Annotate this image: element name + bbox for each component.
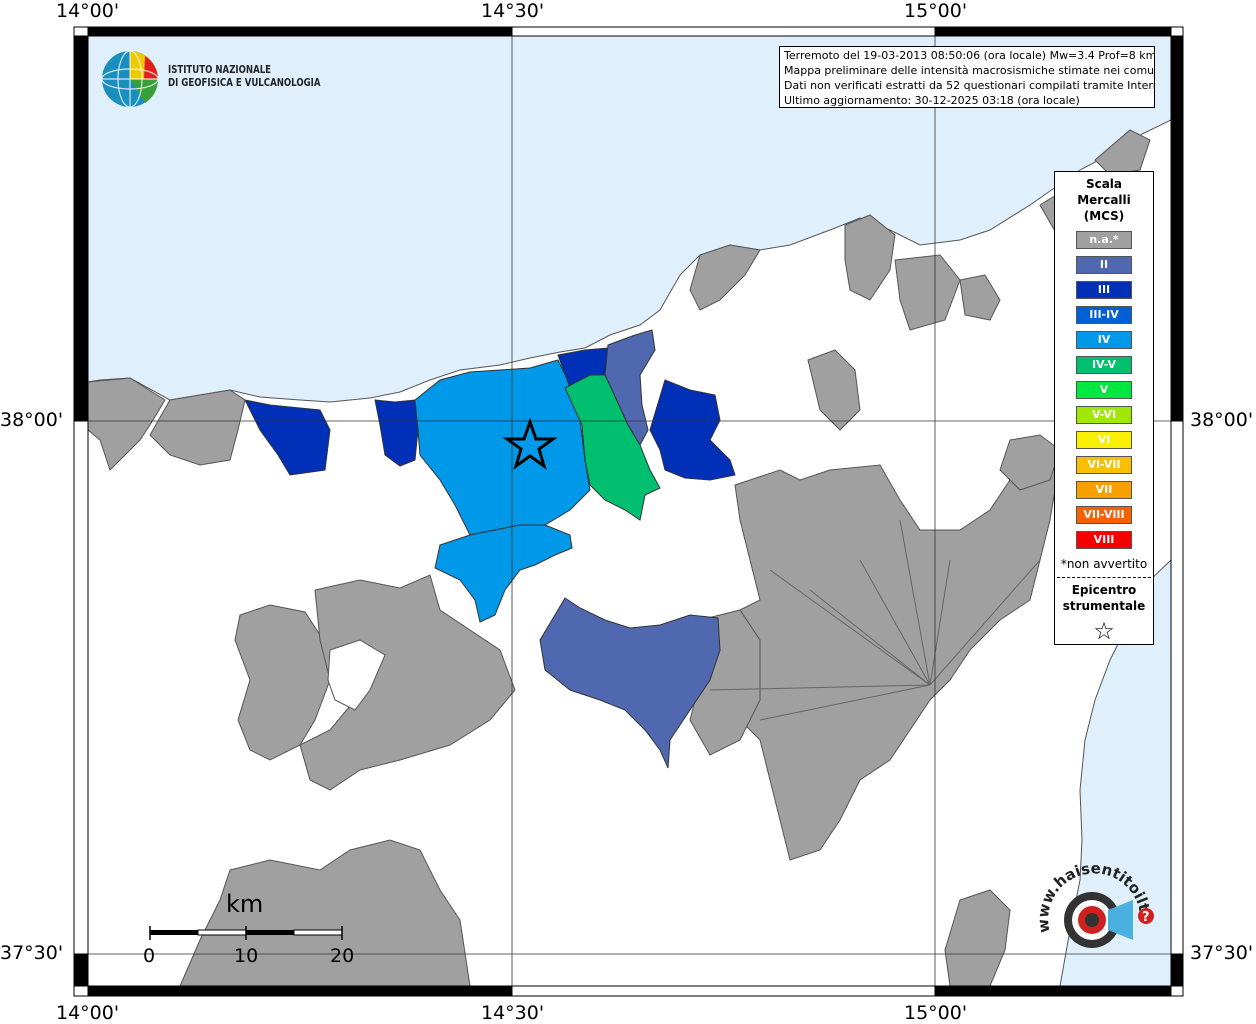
ingv-logo-line2: DI GEOFISICA E VULCANOLOGIA — [168, 76, 321, 89]
legend-star-icon: ☆ — [1093, 617, 1115, 645]
legend-item-III-IV: III-IV — [1076, 306, 1132, 324]
right-coord-37-30: 37°30' — [1190, 942, 1254, 964]
ingv-logo: ISTITUTO NAZIONALE DI GEOFISICA E VULCAN… — [100, 48, 340, 110]
legend-title: Scala Mercalli (MCS) — [1055, 176, 1153, 224]
info-line-3: Dati non verificati estratti da 52 quest… — [784, 79, 1155, 92]
legend-item-VII-VIII: VII-VIII — [1076, 506, 1132, 524]
info-line-1: Terremoto del 19-03-2013 08:50:06 (ora l… — [784, 49, 1155, 62]
top-coord-15-00: 15°00' — [904, 0, 968, 22]
legend-item-V-VI: V-VI — [1076, 406, 1132, 424]
top-coord-14-30: 14°30' — [481, 0, 545, 22]
legend-item-VII: VII — [1076, 481, 1132, 499]
info-line-2: Mappa preliminare delle intensità macros… — [784, 64, 1155, 77]
legend-epicenter-label: Epicentro strumentale — [1055, 582, 1153, 614]
legend-item-IV: IV — [1076, 331, 1132, 349]
legend-epicenter-line1: Epicentro — [1071, 583, 1137, 597]
haisentito-watermark: www.haisentitoilterremoto.it ? — [1020, 848, 1158, 982]
mcs-legend: Scala Mercalli (MCS) n.a.* II III III-IV… — [1054, 171, 1154, 645]
left-coord-37-30: 37°30' — [0, 942, 64, 964]
ingv-logo-text: ISTITUTO NAZIONALE DI GEOFISICA E VULCAN… — [168, 63, 321, 89]
scale-label-10: 10 — [234, 945, 259, 967]
right-coord-38-00: 38°00' — [1190, 409, 1254, 431]
legend-title-line3: (MCS) — [1083, 209, 1125, 223]
bottom-coord-14-30: 14°30' — [481, 1002, 545, 1024]
bottom-coord-15-00: 15°00' — [904, 1002, 968, 1024]
haisentito-logo-icon: www.haisentitoilterremoto.it ? — [1020, 848, 1154, 948]
legend-title-line2: Mercalli — [1077, 193, 1131, 207]
legend-separator — [1057, 577, 1151, 578]
event-info-box: Terremoto del 19-03-2013 08:50:06 (ora l… — [779, 46, 1155, 108]
legend-item-II: II — [1076, 256, 1132, 274]
legend-items: n.a.* II III III-IV IV IV-V V V-VI VI VI… — [1055, 231, 1153, 549]
legend-item-VI: VI — [1076, 431, 1132, 449]
top-coord-14-00: 14°00' — [56, 0, 120, 22]
legend-note: *non avvertito — [1060, 557, 1148, 571]
scale-label-0: 0 — [143, 945, 156, 967]
legend-item-VIII: VIII — [1076, 531, 1132, 549]
scale-label-20: 20 — [330, 945, 355, 967]
legend-item-V: V — [1076, 381, 1132, 399]
legend-epicenter-line2: strumentale — [1062, 599, 1146, 613]
watermark-question: ? — [1142, 910, 1150, 925]
ingv-logo-line1: ISTITUTO NAZIONALE — [168, 63, 272, 76]
scale-bar-title: km — [226, 890, 264, 918]
legend-item-IV-V: IV-V — [1076, 356, 1132, 374]
legend-item-VI-VII: VI-VII — [1076, 456, 1132, 474]
legend-title-line1: Scala — [1085, 177, 1123, 191]
bottom-coord-14-00: 14°00' — [56, 1002, 120, 1024]
legend-item-III: III — [1076, 281, 1132, 299]
info-line-4: Ultimo aggiornamento: 30-12-2025 03:18 (… — [784, 94, 1080, 107]
left-coord-38-00: 38°00' — [0, 409, 64, 431]
ingv-globe-icon — [101, 50, 159, 108]
legend-item-na: n.a.* — [1076, 231, 1132, 249]
